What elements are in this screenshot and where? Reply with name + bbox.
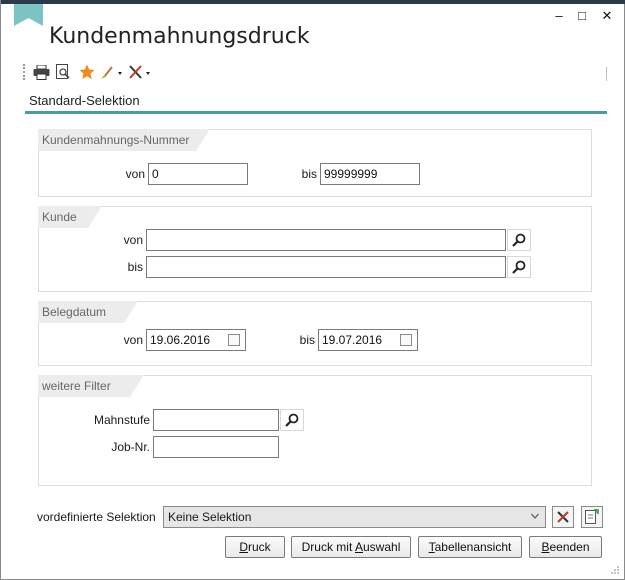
kunde-von-input[interactable] (146, 229, 506, 251)
von-label: von (125, 167, 145, 181)
belegdatum-bis-input[interactable]: 19.07.2016 (318, 329, 418, 351)
toolbar-grip[interactable] (23, 64, 25, 80)
printer-icon[interactable] (31, 63, 51, 81)
chevron-down-icon (531, 513, 539, 519)
date-value: 19.06.2016 (150, 333, 211, 347)
tools-icon[interactable] (127, 63, 153, 81)
maximize-button[interactable]: □ (572, 8, 592, 24)
calendar-icon[interactable] (228, 334, 240, 346)
bis-label: bis (301, 167, 317, 181)
date-value: 19.07.2016 (322, 333, 383, 347)
jobnr-input[interactable] (153, 436, 279, 458)
mahnnummer-bis-input[interactable]: 99999999 (320, 163, 420, 185)
tools-icon[interactable] (552, 506, 574, 528)
brush-icon[interactable] (99, 63, 125, 81)
close-button[interactable]: ✕ (597, 8, 617, 24)
beenden-button[interactable]: Beenden (529, 536, 602, 558)
group-title: Kundenmahnungs-Nummer (38, 129, 210, 151)
group-belegdatum: Belegdatum von 19.06.2016 bis 19.07.2016 (38, 301, 592, 366)
group-title: Belegdatum (38, 301, 138, 323)
group-weitere-filter: weitere Filter Mahnstufe Job-Nr. (38, 375, 592, 486)
preselection-select[interactable]: Keine Selektion (163, 506, 546, 528)
preview-icon[interactable] (53, 63, 73, 81)
toolbar-end-rule (606, 67, 607, 81)
druck-mit-auswahl-button[interactable]: Druck mit Auswahl (291, 536, 411, 558)
von-label: von (123, 233, 143, 247)
von-label: von (123, 333, 143, 347)
bookmark-icon[interactable] (14, 4, 43, 26)
druck-button[interactable]: Druck (225, 536, 285, 558)
window-top-strip (1, 0, 625, 4)
bis-label: bis (299, 333, 315, 347)
edit-document-icon[interactable] (581, 506, 603, 528)
group-mahnungsnummer: Kundenmahnungs-Nummer von 0 bis 99999999 (38, 129, 592, 197)
minimize-button[interactable]: – (549, 8, 569, 24)
calendar-icon[interactable] (400, 334, 412, 346)
mahnnummer-von-input[interactable]: 0 (148, 163, 248, 185)
preselection-value: Keine Selektion (168, 510, 252, 524)
tab-underline (25, 111, 607, 114)
belegdatum-von-input[interactable]: 19.06.2016 (146, 329, 246, 351)
app-window: Kundenmahnungsdruck – □ ✕ Standard-Selek… (0, 0, 625, 580)
window-title: Kundenmahnungsdruck (49, 24, 310, 49)
tabellenansicht-button[interactable]: Tabellenansicht (418, 536, 522, 558)
search-icon[interactable] (280, 409, 304, 431)
bis-label: bis (127, 260, 143, 274)
resize-grip-icon[interactable] (610, 565, 620, 575)
toolbar (23, 61, 607, 83)
search-icon[interactable] (507, 256, 531, 278)
group-title: weitere Filter (38, 375, 144, 397)
group-title: Kunde (38, 206, 102, 228)
preselection-label: vordefinierte Selektion (37, 510, 156, 524)
group-kunde: Kunde von bis (38, 206, 592, 292)
jobnr-label: Job-Nr. (111, 440, 150, 454)
kunde-bis-input[interactable] (146, 256, 506, 278)
search-icon[interactable] (507, 229, 531, 251)
star-icon[interactable] (77, 63, 97, 81)
mahnstufe-label: Mahnstufe (93, 413, 150, 427)
tab-standard-selektion[interactable]: Standard-Selektion (29, 93, 140, 108)
mahnstufe-input[interactable] (153, 409, 279, 431)
